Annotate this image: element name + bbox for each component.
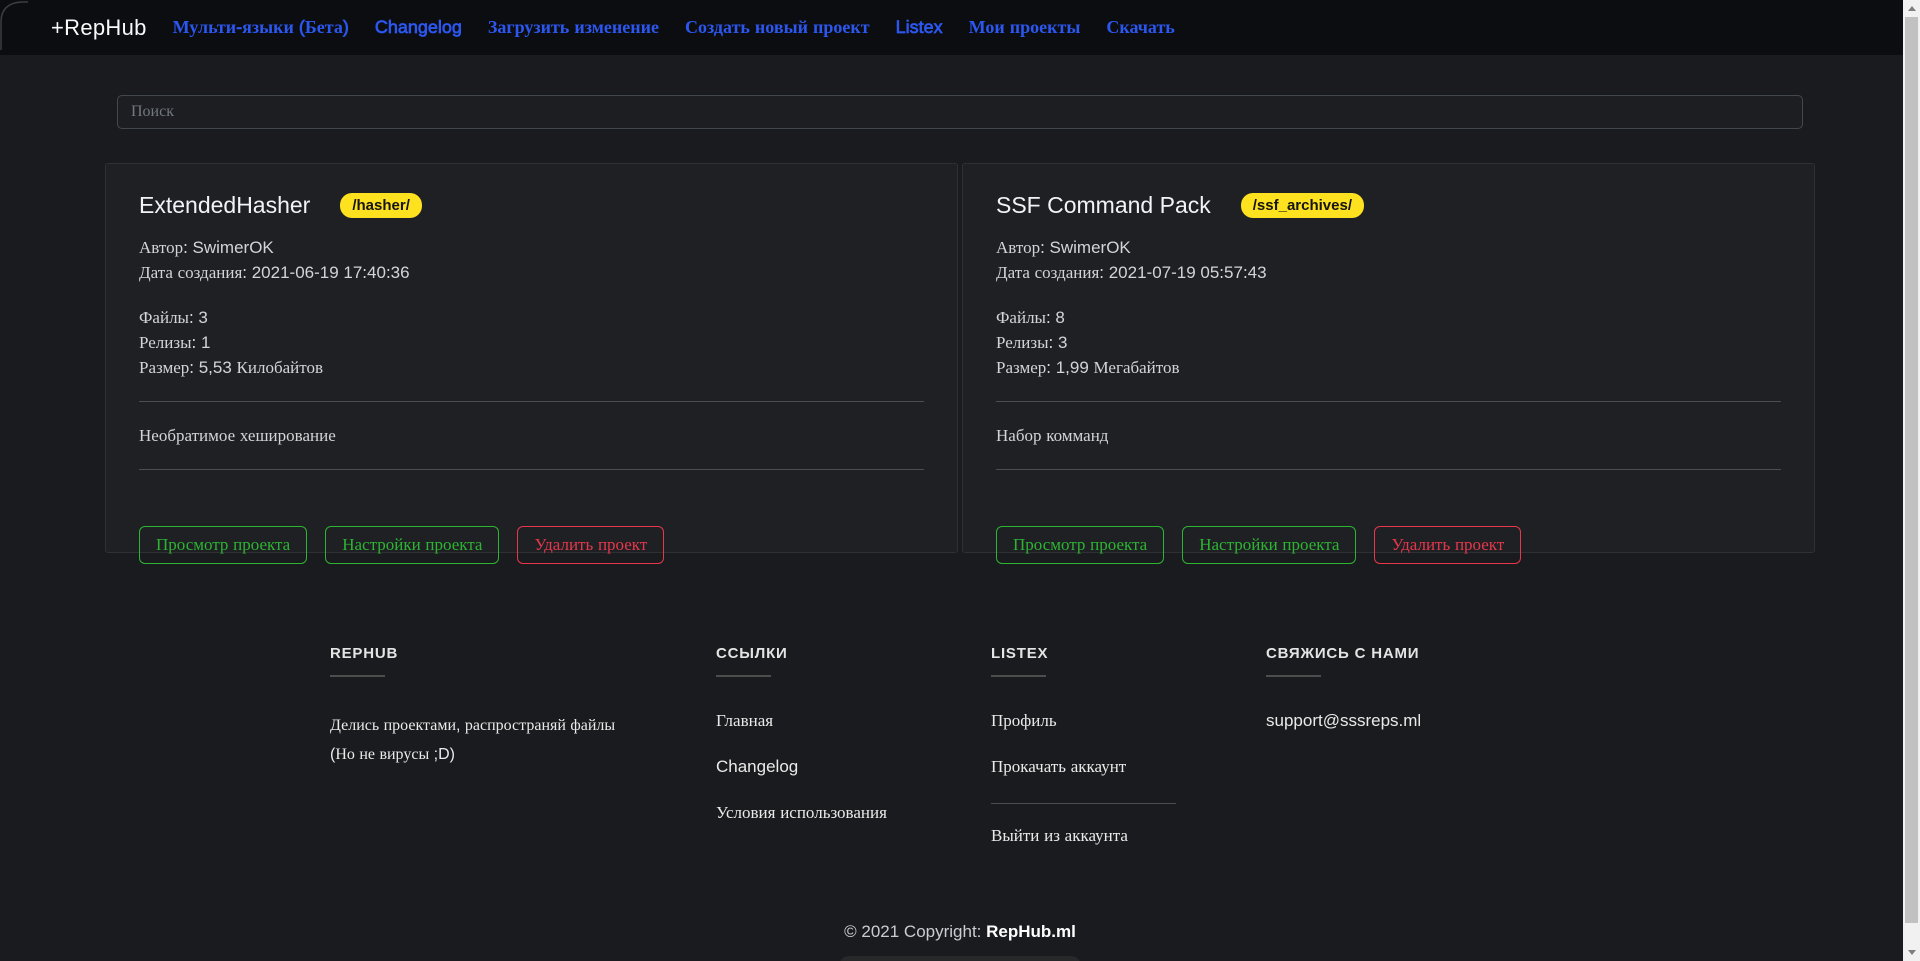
project-description: Набор комманд [996,426,1109,445]
divider [996,401,1781,402]
projects-row: ExtendedHasher /hasher/ Автор: SwimerOK … [105,163,1815,564]
footer-link-profile[interactable]: Профиль [991,711,1266,731]
footer-tagline-line2: (Но не вирусы ;D) [330,746,455,763]
footer-title-links: ССЫЛКИ [716,645,788,662]
view-project-button[interactable]: Просмотр проекта [996,526,1165,564]
project-title: ExtendedHasher [139,192,311,218]
nav-link-create-project[interactable]: Создать новый проект [685,17,870,38]
project-size: Размер: 5,53 Килобайтов [139,358,323,377]
project-releases-count: Релизы: 1 [139,333,211,352]
delete-project-button[interactable]: Удалить проект [517,526,665,564]
footer-column-links: ССЫЛКИ Главная Changelog Условия использ… [716,645,991,872]
nav-link-download[interactable]: Скачать [1106,17,1174,38]
project-files-count: Файлы: 3 [139,308,208,327]
project-card-header: SSF Command Pack /ssf_archives/ [996,192,1781,219]
project-path-badge[interactable]: /ssf_archives/ [1240,193,1364,218]
delete-project-button[interactable]: Удалить проект [1374,526,1522,564]
project-card-ssf-command-pack: SSF Command Pack /ssf_archives/ Автор: S… [962,163,1815,564]
project-actions: Просмотр проекта Настройки проекта Удали… [139,526,924,564]
project-size: Размер: 1,99 Мегабайтов [996,358,1180,377]
freekassa-payment-badge[interactable]: Мы принимаем FREE-KASSA [839,956,1081,961]
footer-link-logout[interactable]: Выйти из аккаунта [991,826,1266,846]
footer-title-underline [991,675,1046,677]
footer: REPHUB Делись проектами, распространяй ф… [330,645,1590,872]
copyright: © 2021 Copyright: RepHub.ml [0,922,1920,942]
scrollbar-down-arrow-icon[interactable] [1903,944,1920,961]
footer-link-upgrade-account[interactable]: Прокачать аккаунт [991,757,1266,777]
project-created-date: Дата создания: 2021-07-19 05:57:43 [996,263,1267,282]
nav-link-my-projects[interactable]: Мои проекты [969,17,1081,38]
project-description: Необратимое хеширование [139,426,336,445]
footer-link-terms[interactable]: Условия использования [716,803,991,823]
project-card-extendedhasher: ExtendedHasher /hasher/ Автор: SwimerOK … [105,163,958,564]
nav-link-upload-change[interactable]: Загрузить изменение [488,17,659,38]
scrollbar-up-arrow-icon[interactable] [1903,0,1920,17]
project-author: Автор: SwimerOK [139,238,274,257]
project-path-badge[interactable]: /hasher/ [340,193,422,218]
footer-column-rephub: REPHUB Делись проектами, распространяй ф… [330,645,716,872]
project-stats: Файлы: 3 Релизы: 1 Размер: 5,53 Килобайт… [139,305,924,380]
divider [139,469,924,470]
project-created-date: Дата создания: 2021-06-19 17:40:36 [139,263,410,282]
footer-title-underline [1266,675,1321,677]
divider [996,469,1781,470]
copyright-brand-link[interactable]: RepHub.ml [986,922,1076,941]
project-files-count: Файлы: 8 [996,308,1065,327]
project-author: Автор: SwimerOK [996,238,1131,257]
footer-link-changelog[interactable]: Changelog [716,757,991,777]
project-releases-count: Релизы: 3 [996,333,1068,352]
footer-title-contact: СВЯЖИСЬ С НАМИ [1266,645,1420,662]
brand-logo[interactable]: +RepHub [51,15,147,41]
footer-column-contact: СВЯЖИСЬ С НАМИ support@sssreps.ml [1266,645,1590,872]
footer-title-listex: LISTEX [991,645,1049,662]
scrollbar-thumb[interactable] [1905,17,1918,923]
project-card-header: ExtendedHasher /hasher/ [139,192,924,219]
project-title: SSF Command Pack [996,192,1211,218]
project-settings-button[interactable]: Настройки проекта [1182,526,1357,564]
divider [139,401,924,402]
nav-link-listex[interactable]: Listex [896,17,943,38]
project-actions: Просмотр проекта Настройки проекта Удали… [996,526,1781,564]
search-input[interactable] [117,95,1803,129]
copyright-text: © 2021 Copyright: [844,922,987,941]
nav-link-changelog[interactable]: Changelog [375,17,462,38]
support-email-link[interactable]: support@sssreps.ml [1266,711,1421,730]
vertical-scrollbar[interactable] [1903,0,1920,961]
nav-links: Мульти-языки (Бета) Changelog Загрузить … [173,17,1175,38]
top-navbar: +RepHub Мульти-языки (Бета) Changelog За… [0,0,1920,55]
project-settings-button[interactable]: Настройки проекта [325,526,500,564]
footer-title-rephub: REPHUB [330,645,399,662]
project-stats: Файлы: 8 Релизы: 3 Размер: 1,99 Мегабайт… [996,305,1781,380]
main-content: ExtendedHasher /hasher/ Автор: SwimerOK … [105,95,1815,564]
nav-link-multi-languages[interactable]: Мульти-языки (Бета) [173,17,349,38]
footer-link-home[interactable]: Главная [716,711,991,731]
footer-divider [991,803,1176,804]
view-project-button[interactable]: Просмотр проекта [139,526,308,564]
footer-tagline-line1: Делись проектами, распространяй файлы [330,717,616,734]
footer-title-underline [716,675,771,677]
footer-column-listex: LISTEX Профиль Прокачать аккаунт Выйти и… [991,645,1266,872]
footer-title-underline [330,675,385,677]
